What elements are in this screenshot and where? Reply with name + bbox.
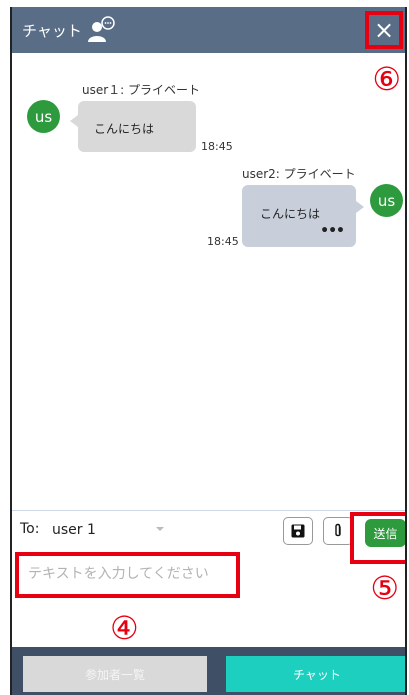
avatar: us <box>370 184 403 217</box>
chat-window: チャット × ⑥ us user１: プライベート こんにちは 18:45 us… <box>10 7 407 695</box>
message-input[interactable]: テキストを入力してください <box>28 563 209 583</box>
close-icon: × <box>373 16 395 44</box>
avatar-initials: us <box>377 191 396 210</box>
message-time: 18:45 <box>201 140 233 153</box>
chat-header: チャット × <box>12 7 405 53</box>
avatar: us <box>27 100 60 133</box>
annotation-5: ⑤ <box>370 569 399 607</box>
message-text: こんにちは <box>260 207 321 221</box>
annotation-6: ⑥ <box>372 60 401 98</box>
participants-tab[interactable]: 参加者一覧 <box>23 656 207 692</box>
message-bubble: こんにちは <box>70 101 196 152</box>
chevron-down-icon <box>156 527 164 531</box>
save-button[interactable] <box>283 517 313 545</box>
header-title: チャット <box>22 22 82 40</box>
save-icon <box>291 524 305 538</box>
message-sender: user2: プライベート <box>242 167 356 181</box>
send-label: 送信 <box>373 526 398 541</box>
message-bubble: こんにちは ••• <box>242 185 364 247</box>
message-text: こんにちは <box>94 122 155 136</box>
user-chat-icon <box>87 16 117 44</box>
chat-label: チャット <box>293 667 341 682</box>
recipient-select[interactable]: user 1 <box>52 519 164 541</box>
message-time: 18:45 <box>207 235 239 248</box>
annotation-4: ④ <box>110 609 139 647</box>
chat-tab[interactable]: チャット <box>226 656 405 692</box>
more-options-icon[interactable]: ••• <box>320 223 345 239</box>
to-label: To: <box>20 521 40 537</box>
divider <box>12 510 405 511</box>
attach-button[interactable] <box>323 517 353 545</box>
participants-label: 参加者一覧 <box>84 667 145 682</box>
avatar-initials: us <box>34 107 53 126</box>
send-button[interactable]: 送信 <box>365 519 405 547</box>
recipient-value: user 1 <box>52 522 96 538</box>
message-sender: user１: プライベート <box>82 83 201 97</box>
close-button[interactable]: × <box>365 11 403 49</box>
paperclip-icon <box>335 523 341 537</box>
